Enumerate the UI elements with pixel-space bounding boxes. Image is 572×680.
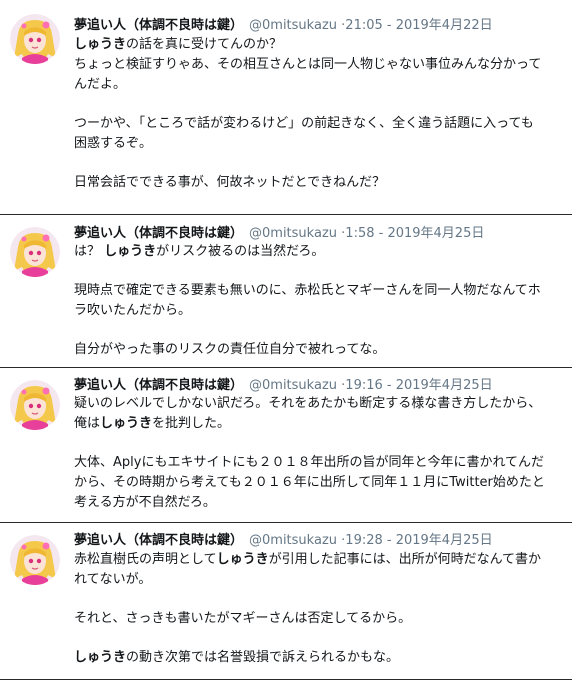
timestamp[interactable]: 19:28 - 2019年4月25日	[345, 533, 492, 548]
tweet-text-line: ラ吹いたんだから。	[74, 301, 560, 321]
tweet-text-line: しゅうきの動き次第では名誉毀損で訴えられるかもな。	[74, 648, 560, 668]
text-segment: 困惑するぞ。	[74, 136, 153, 151]
text-segment: 俺は	[74, 416, 101, 431]
tweet-text-line: は？ しゅうきがリスク被るのは当然だろ。	[74, 242, 560, 262]
mention-text: しゅうき	[216, 552, 269, 567]
display-name[interactable]: 夢追い人（体調不良時は鍵）	[74, 378, 243, 393]
display-name[interactable]: 夢追い人（体調不良時は鍵）	[74, 533, 243, 548]
tweet-header: 夢追い人（体調不良時は鍵） @0mitsukazu ·19:28 - 2019年4…	[74, 532, 493, 550]
tweet-text-line: 現時点で確定できる要素も無いのに、赤松氏とマギーさんを同一人物だなんてホ	[74, 281, 560, 301]
text-segment: を批判した。	[152, 416, 231, 431]
tweet[interactable]: 夢追い人（体調不良時は鍵） @0mitsukazu ·21:05 - 2019年4…	[0, 0, 572, 215]
text-segment: ちょっと検証すりゃあ、その相互さんとは同一人物じゃない事位みんな分かって	[74, 57, 542, 72]
tweet-text-line: から、その時期から考えても２０１６年に出所して同年１１月にTwitter始めたと	[74, 473, 560, 493]
timestamp[interactable]: 19:16 - 2019年4月25日	[345, 378, 492, 393]
mention-text: しゅうき	[104, 244, 157, 259]
mention-text: しゅうき	[100, 416, 153, 431]
tweet-text-line: 赤松直樹氏の声明としてしゅうきが引用した記事には、出所が何時だなんて書か	[74, 550, 560, 570]
text-segment: 疑いのレベルでしかない訳だろ。それをあたかも断定する様な書き方したから、	[74, 396, 542, 411]
text-segment: から、その時期から考えても２０１６年に出所して同年１１月にTwitter始めたと	[74, 475, 545, 490]
text-segment: 考える方が不自然だろ。	[74, 495, 216, 510]
tweet-header: 夢追い人（体調不良時は鍵） @0mitsukazu ·1:58 - 2019年4月…	[74, 225, 484, 243]
text-segment: が引用した記事には、出所が何時だなんて書か	[268, 552, 541, 567]
tweet-text-line: しゅうきの話を真に受けてんのか？	[74, 35, 560, 55]
tweet-text-line: 自分がやった事のリスクの責任位自分で被れってな。	[74, 340, 560, 360]
text-segment: れてないが。	[74, 572, 152, 587]
tweet-text-line: 困惑するぞ。	[74, 134, 560, 154]
tweet-body: は？ しゅうきがリスク被るのは当然だろ。現時点で確定できる要素も無いのに、赤松氏…	[74, 242, 560, 360]
tweet-timeline: 夢追い人（体調不良時は鍵） @0mitsukazu ·21:05 - 2019年4…	[0, 0, 572, 680]
text-segment: 日常会話でできる事が、何故ネットだとできねんだ？	[74, 175, 386, 190]
tweet[interactable]: 夢追い人（体調不良時は鍵） @0mitsukazu ·19:28 - 2019年4…	[0, 523, 572, 680]
text-segment: は？	[74, 244, 105, 259]
tweet-text-line: 俺はしゅうきを批判した。	[74, 414, 560, 434]
text-segment: の話を真に受けてんのか？	[126, 37, 283, 52]
text-segment: ラ吹いたんだから。	[74, 303, 192, 318]
tweet-body: しゅうきの話を真に受けてんのか？ ちょっと検証すりゃあ、その相互さんとは同一人物じ…	[74, 35, 560, 193]
timestamp[interactable]: 1:58 - 2019年4月25日	[345, 226, 484, 241]
user-handle[interactable]: @0mitsukazu	[249, 18, 337, 33]
text-segment: それと、さっきも書いたがマギーさんは否定してるから。	[74, 611, 412, 626]
text-segment: つーかや、「ところで話が変わるけど」の前起きなく、全く違う話題に入っても	[74, 116, 534, 131]
avatar[interactable]	[10, 535, 60, 585]
tweet-header: 夢追い人（体調不良時は鍵） @0mitsukazu ·19:16 - 2019年4…	[74, 377, 493, 395]
tweet-text-line: つーかや、「ところで話が変わるけど」の前起きなく、全く違う話題に入っても	[74, 114, 560, 134]
user-handle[interactable]: @0mitsukazu	[249, 533, 337, 548]
timestamp[interactable]: 21:05 - 2019年4月22日	[345, 18, 492, 33]
tweet-body: 赤松直樹氏の声明としてしゅうきが引用した記事には、出所が何時だなんて書か れてない…	[74, 550, 560, 668]
mention-text: しゅうき	[74, 650, 127, 665]
text-segment: 大体、Aplyにもエキサイトにも２０１８年出所の旨が同年と今年に書かれてんだ	[74, 455, 545, 470]
tweet[interactable]: 夢追い人（体調不良時は鍵） @0mitsukazu ·1:58 - 2019年4月…	[0, 215, 572, 368]
avatar[interactable]	[10, 380, 60, 430]
text-segment: 自分がやった事のリスクの責任位自分で被れってな。	[74, 342, 386, 357]
mention-text: しゅうき	[74, 37, 127, 52]
tweet-text-line: 日常会話でできる事が、何故ネットだとできねんだ？	[74, 173, 560, 193]
tweet-text-line: 大体、Aplyにもエキサイトにも２０１８年出所の旨が同年と今年に書かれてんだ	[74, 453, 560, 473]
display-name[interactable]: 夢追い人（体調不良時は鍵）	[74, 18, 243, 33]
tweet-header: 夢追い人（体調不良時は鍵） @0mitsukazu ·21:05 - 2019年4…	[74, 17, 493, 35]
tweet-text-line: れてないが。	[74, 570, 560, 590]
user-handle[interactable]: @0mitsukazu	[249, 378, 337, 393]
text-segment: がリスク被るのは当然だろ。	[156, 244, 325, 259]
text-segment: の動き次第では名誉毀損で訴えられるかもな。	[126, 650, 400, 665]
text-segment: んだよ。	[74, 77, 127, 92]
tweet-text-line: 考える方が不自然だろ。	[74, 493, 560, 513]
display-name[interactable]: 夢追い人（体調不良時は鍵）	[74, 226, 243, 241]
avatar[interactable]	[10, 14, 60, 64]
avatar[interactable]	[10, 227, 60, 277]
tweet-text-line: んだよ。	[74, 75, 560, 95]
user-handle[interactable]: @0mitsukazu	[249, 226, 337, 241]
text-segment: 現時点で確定できる要素も無いのに、赤松氏とマギーさんを同一人物だなんてホ	[74, 283, 541, 298]
tweet-body: 疑いのレベルでしかない訳だろ。それをあたかも断定する様な書き方したから、 俺はしゅ…	[74, 394, 560, 513]
tweet[interactable]: 夢追い人（体調不良時は鍵） @0mitsukazu ·19:16 - 2019年4…	[0, 368, 572, 523]
text-segment: 赤松直樹氏の声明として	[74, 552, 217, 567]
tweet-text-line: ちょっと検証すりゃあ、その相互さんとは同一人物じゃない事位みんな分かって	[74, 55, 560, 75]
tweet-text-line: それと、さっきも書いたがマギーさんは否定してるから。	[74, 609, 560, 629]
tweet-text-line: 疑いのレベルでしかない訳だろ。それをあたかも断定する様な書き方したから、	[74, 394, 560, 414]
